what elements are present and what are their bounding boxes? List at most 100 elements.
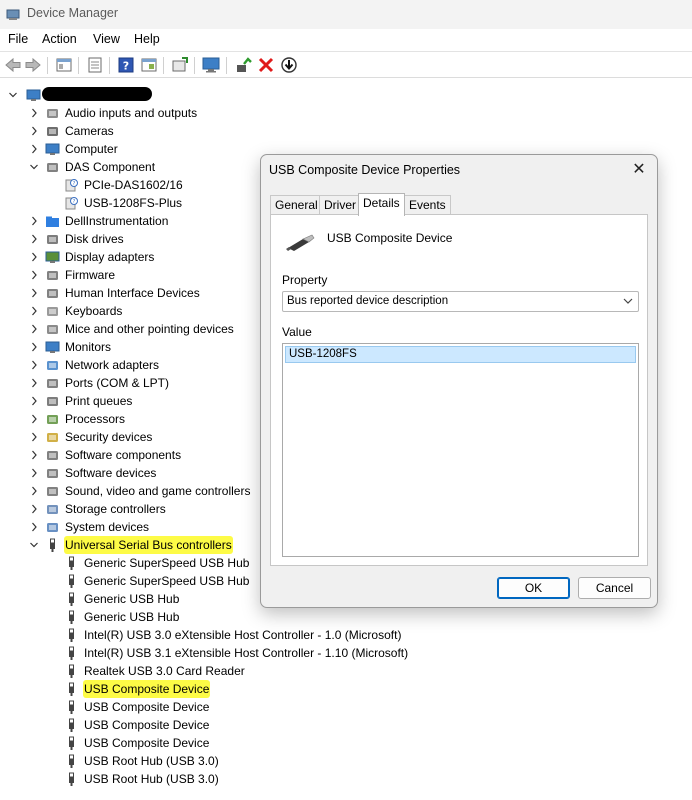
display-icon: [45, 251, 60, 263]
chevron-right-icon[interactable]: [29, 518, 39, 536]
tree-category-label: DAS Component: [65, 160, 156, 174]
tree-device[interactable]: Intel(R) USB 3.1 eXtensible Host Control…: [0, 644, 692, 662]
chevron-right-icon[interactable]: [29, 284, 39, 302]
tree-device-label: PCIe-DAS1602/16: [84, 178, 183, 192]
printer-icon: [47, 397, 58, 406]
chevron-right-icon[interactable]: [29, 392, 39, 410]
view-icon[interactable]: [140, 56, 158, 74]
tree-device-label: USB Composite Device: [84, 700, 210, 714]
help-icon[interactable]: ?: [117, 56, 135, 74]
tree-device[interactable]: USB Composite Device: [0, 698, 692, 716]
list-icon[interactable]: [86, 56, 104, 74]
svg-text:?: ?: [123, 60, 129, 73]
property-select[interactable]: Bus reported device description: [282, 291, 639, 312]
properties-dialog: USB Composite Device Properties ✕ Genera…: [260, 154, 658, 608]
computer-icon: [45, 143, 60, 155]
tree-category-label: Print queues: [65, 394, 133, 408]
chevron-right-icon[interactable]: [29, 428, 39, 446]
tree-category[interactable]: Cameras: [0, 122, 692, 140]
back-icon[interactable]: [4, 56, 22, 74]
chevron-down-icon: [623, 298, 633, 304]
monitor-icon[interactable]: [202, 56, 220, 74]
tree-device[interactable]: Generic USB Hub: [0, 608, 692, 626]
menu-help[interactable]: Help: [134, 32, 160, 46]
chevron-down-icon[interactable]: [29, 158, 39, 176]
chevron-right-icon[interactable]: [29, 410, 39, 428]
port-icon: [47, 379, 58, 388]
tab-events[interactable]: Events: [404, 195, 451, 215]
chevron-right-icon[interactable]: [29, 248, 39, 266]
tree-category-label: Disk drives: [65, 232, 124, 246]
tree-device[interactable]: USB Root Hub (USB 3.0): [0, 770, 692, 788]
chevron-down-icon[interactable]: [8, 86, 18, 104]
tree-category-label: Keyboards: [65, 304, 123, 318]
chevron-right-icon[interactable]: [29, 464, 39, 482]
forward-icon[interactable]: [24, 56, 42, 74]
close-icon[interactable]: ✕: [627, 159, 651, 181]
tree-category-label: Security devices: [65, 430, 153, 444]
tree-device[interactable]: USB Composite Device: [0, 734, 692, 752]
device-manager-icon: [6, 9, 20, 20]
value-list[interactable]: USB-1208FS: [282, 343, 639, 557]
tab-driver[interactable]: Driver: [319, 195, 361, 215]
chevron-right-icon[interactable]: [29, 122, 39, 140]
update-icon[interactable]: [280, 56, 298, 74]
chevron-right-icon[interactable]: [29, 230, 39, 248]
computer-icon: [26, 89, 41, 101]
tree-device-label: Generic USB Hub: [84, 610, 180, 624]
tab-details[interactable]: Details: [358, 193, 405, 216]
chevron-right-icon[interactable]: [29, 500, 39, 518]
chevron-right-icon[interactable]: [29, 320, 39, 338]
tree-device[interactable]: Realtek USB 3.0 Card Reader: [0, 662, 692, 680]
tree-device[interactable]: USB Composite Device: [0, 716, 692, 734]
usb-icon: [69, 610, 74, 624]
chevron-right-icon[interactable]: [29, 482, 39, 500]
toolbar: ?: [0, 51, 692, 78]
tree-category-label: Audio inputs and outputs: [65, 106, 198, 120]
system-icon: [47, 523, 58, 532]
unknown-device-icon: ?: [65, 197, 78, 210]
tree-root[interactable]: [0, 86, 692, 104]
mouse-icon: [47, 325, 58, 334]
properties-icon[interactable]: [55, 56, 73, 74]
uninstall-icon[interactable]: [257, 56, 275, 74]
chevron-right-icon[interactable]: [29, 212, 39, 230]
cancel-button[interactable]: Cancel: [578, 577, 651, 599]
tree-category-label: Software devices: [65, 466, 157, 480]
tree-device-label: Generic SuperSpeed USB Hub: [84, 556, 250, 570]
software-component-icon: [47, 451, 58, 460]
enable-icon[interactable]: [234, 56, 252, 74]
tab-general[interactable]: General: [270, 195, 323, 215]
tree-category-label: Software components: [65, 448, 182, 462]
tree-category-label: Storage controllers: [65, 502, 166, 516]
tree-device-label: USB Composite Device: [84, 736, 210, 750]
chevron-right-icon[interactable]: [29, 374, 39, 392]
tree-device[interactable]: Intel(R) USB 3.0 eXtensible Host Control…: [0, 626, 692, 644]
details-panel: USB Composite Device Property Bus report…: [270, 214, 648, 566]
menu-action[interactable]: Action: [42, 32, 77, 46]
usb-icon: [50, 538, 55, 552]
menu-file[interactable]: File: [8, 32, 28, 46]
chevron-down-icon[interactable]: [29, 536, 39, 554]
tree-device[interactable]: USB Root Hub (USB 3.0): [0, 752, 692, 770]
tree-device[interactable]: USB Composite Device: [0, 680, 692, 698]
scan-icon[interactable]: [171, 56, 189, 74]
chevron-right-icon[interactable]: [29, 104, 39, 122]
menu-bar: File Action View Help: [0, 29, 692, 51]
usb-icon: [69, 592, 74, 606]
chevron-right-icon[interactable]: [29, 140, 39, 158]
chevron-right-icon[interactable]: [29, 302, 39, 320]
window-title: Device Manager: [27, 6, 119, 20]
chevron-right-icon[interactable]: [29, 356, 39, 374]
ok-button[interactable]: OK: [497, 577, 570, 599]
property-label: Property: [282, 273, 328, 287]
chevron-right-icon[interactable]: [29, 266, 39, 284]
folder-icon: [46, 216, 59, 227]
tree-category[interactable]: Audio inputs and outputs: [0, 104, 692, 122]
value-item[interactable]: USB-1208FS: [285, 346, 636, 363]
device-name: USB Composite Device: [327, 231, 453, 245]
tree-category-label: Monitors: [65, 340, 112, 354]
chevron-right-icon[interactable]: [29, 446, 39, 464]
chevron-right-icon[interactable]: [29, 338, 39, 356]
menu-view[interactable]: View: [93, 32, 120, 46]
